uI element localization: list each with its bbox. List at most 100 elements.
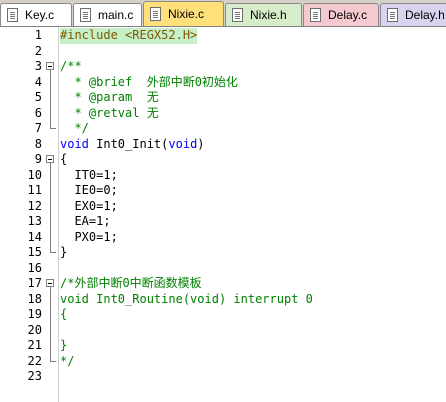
- code-text: */: [60, 353, 75, 368]
- code-text: PX0=1;: [60, 229, 118, 244]
- code-line[interactable]: 15}: [0, 245, 446, 261]
- code-text: * @retval 无: [60, 105, 159, 120]
- fold-toggle-icon[interactable]: [44, 152, 58, 168]
- fold-guide: [44, 74, 58, 90]
- tab-label: main.c: [98, 8, 134, 22]
- line-number: 3: [34, 59, 42, 73]
- tab-label: Key.c: [25, 8, 55, 22]
- fold-guide: [44, 291, 58, 307]
- code-text: #include <REGX52.H>: [60, 28, 198, 44]
- tab-label: Nixie.c: [168, 7, 205, 21]
- fold-guide: [44, 229, 58, 245]
- line-number: 14: [27, 229, 42, 244]
- line-number: 2: [34, 43, 42, 58]
- fold-guide: [44, 307, 58, 323]
- fold-guide: [44, 214, 58, 230]
- tab-delay-h[interactable]: Delay.h: [380, 3, 446, 26]
- file-icon: [150, 7, 161, 21]
- tab-label: Nixie.h: [250, 8, 287, 22]
- code-line[interactable]: 23: [0, 369, 446, 385]
- code-text: */: [60, 121, 89, 135]
- line-number: 13: [27, 214, 42, 228]
- code-text: }: [60, 245, 68, 259]
- tab-delay-c[interactable]: Delay.c: [303, 3, 379, 26]
- line-number: 1: [34, 28, 42, 42]
- code-line[interactable]: 16: [0, 261, 446, 277]
- code-line[interactable]: 21}: [0, 338, 446, 354]
- code-line[interactable]: 9{: [0, 152, 446, 168]
- code-line[interactable]: 5 * @param 无: [0, 90, 446, 106]
- code-line[interactable]: 12 EX0=1;: [0, 198, 446, 214]
- fold-toggle-icon[interactable]: [44, 59, 58, 75]
- fold-end-guide: [44, 245, 58, 261]
- tab-main-c[interactable]: main.c: [73, 3, 142, 26]
- code-line[interactable]: 8 void Int0_Init(void): [0, 137, 446, 153]
- code-line[interactable]: 14 PX0=1;: [0, 229, 446, 245]
- line-number: 18: [27, 291, 42, 306]
- code-text: EA=1;: [60, 214, 111, 228]
- line-number: 11: [27, 183, 42, 197]
- line-number: 8: [34, 136, 42, 151]
- code-line[interactable]: 13 EA=1;: [0, 214, 446, 230]
- tab-nixie-h[interactable]: Nixie.h: [225, 3, 302, 26]
- line-number: 7: [34, 121, 42, 135]
- line-number: 12: [27, 198, 42, 213]
- line-number: 17: [27, 276, 42, 290]
- code-line[interactable]: 19 {: [0, 307, 446, 323]
- code-line[interactable]: 17 /*外部中断0中断函数模板: [0, 276, 446, 292]
- line-number: 4: [34, 74, 42, 89]
- fold-guide: [44, 105, 58, 121]
- file-icon: [232, 8, 243, 22]
- code-line[interactable]: 7 */: [0, 121, 446, 137]
- line-number: 5: [34, 90, 42, 104]
- code-line[interactable]: 22 */: [0, 353, 446, 370]
- fold-guide: [44, 198, 58, 214]
- code-text: /*外部中断0中断函数模板: [60, 276, 202, 290]
- fold-guide: [44, 338, 58, 354]
- line-number: 10: [27, 167, 42, 182]
- file-icon: [387, 8, 398, 22]
- code-text: void Int0_Init(void): [60, 136, 205, 151]
- tab-nixie-c[interactable]: Nixie.c: [143, 1, 224, 26]
- code-text: IT0=1;: [60, 167, 118, 182]
- line-number: 9: [34, 152, 42, 166]
- code-line[interactable]: 1 #include <REGX52.H>: [0, 28, 446, 44]
- code-line[interactable]: 10 IT0=1;: [0, 167, 446, 183]
- tab-label: Delay.c: [328, 8, 368, 22]
- fold-end-guide: [44, 353, 58, 370]
- code-text: {: [60, 152, 68, 166]
- code-text: void Int0_Routine(void) interrupt 0: [60, 291, 313, 306]
- fold-guide: [44, 167, 58, 183]
- code-text: EX0=1;: [60, 198, 118, 213]
- fold-guide: [44, 90, 58, 106]
- code-text: }: [60, 338, 68, 352]
- fold-guide: [44, 322, 58, 338]
- code-line[interactable]: 3 /**: [0, 59, 446, 75]
- code-line[interactable]: 2: [0, 44, 446, 60]
- code-editor[interactable]: 1 #include <REGX52.H> 2 3/** 4 * @brief 外部中断…: [0, 27, 446, 402]
- code-text: /**: [60, 59, 82, 73]
- fold-toggle-icon[interactable]: [44, 276, 58, 292]
- code-line[interactable]: 6 * @retval 无: [0, 105, 446, 121]
- line-number: 15: [27, 245, 42, 259]
- line-number: 6: [34, 105, 42, 120]
- tab-key-c[interactable]: Key.c: [0, 3, 72, 26]
- file-icon: [7, 8, 18, 22]
- line-number: 20: [27, 322, 42, 337]
- code-line[interactable]: 20: [0, 322, 446, 338]
- code-line[interactable]: 4 * @brief 外部中断0初始化: [0, 74, 446, 90]
- line-number: 21: [27, 338, 42, 352]
- line-number: 16: [27, 260, 42, 275]
- fold-guide: [44, 183, 58, 199]
- code-text: {: [60, 307, 68, 321]
- line-number: 19: [27, 307, 42, 321]
- code-line[interactable]: 18 void Int0_Routine(void) interrupt 0: [0, 291, 446, 307]
- code-text: * @brief 外部中断0初始化: [60, 74, 238, 89]
- tab-label: Delay.h: [405, 8, 445, 22]
- file-icon: [80, 8, 91, 22]
- code-text: * @param 无: [60, 90, 159, 104]
- file-tab-bar: Key.c main.c Nixie.c Nixie.h Delay.c Delay.h: [0, 0, 446, 27]
- code-text: IE0=0;: [60, 183, 118, 197]
- code-line[interactable]: 11 IE0=0;: [0, 183, 446, 199]
- fold-end-guide: [44, 121, 58, 137]
